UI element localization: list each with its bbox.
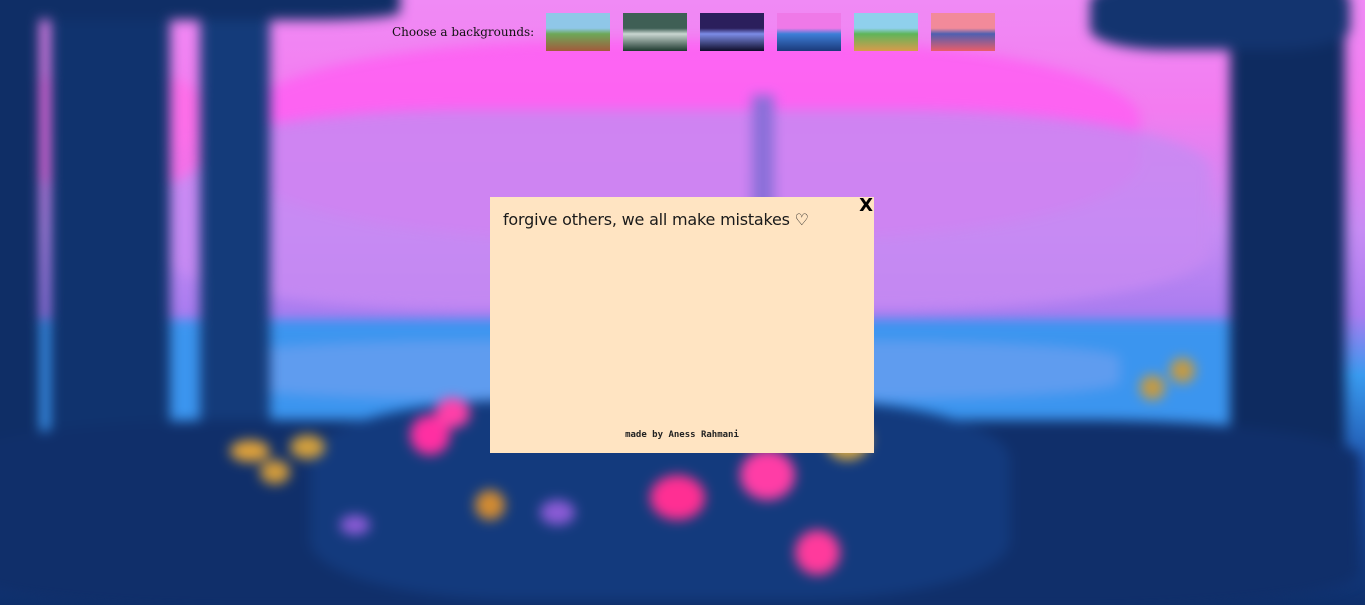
background-thumb-cottage[interactable] [546,13,611,51]
background-thumb-waterfall[interactable] [623,13,688,51]
background-thumbnails [546,13,996,51]
background-thumb-sunset-lake[interactable] [931,13,996,51]
close-button[interactable]: X [858,196,874,216]
background-thumb-night-mountains[interactable] [700,13,765,51]
background-thumb-pink-tower[interactable] [777,13,842,51]
background-thumb-green-valley[interactable] [854,13,919,51]
background-selector-label: Choose a backgrounds: [392,25,535,39]
note-card: forgive others, we all make mistakes ♡ X… [490,196,874,453]
background-selector: Choose a backgrounds: [392,12,996,52]
credit-text: made by Aness Rahmani [625,430,739,440]
note-message: forgive others, we all make mistakes ♡ [503,210,809,229]
